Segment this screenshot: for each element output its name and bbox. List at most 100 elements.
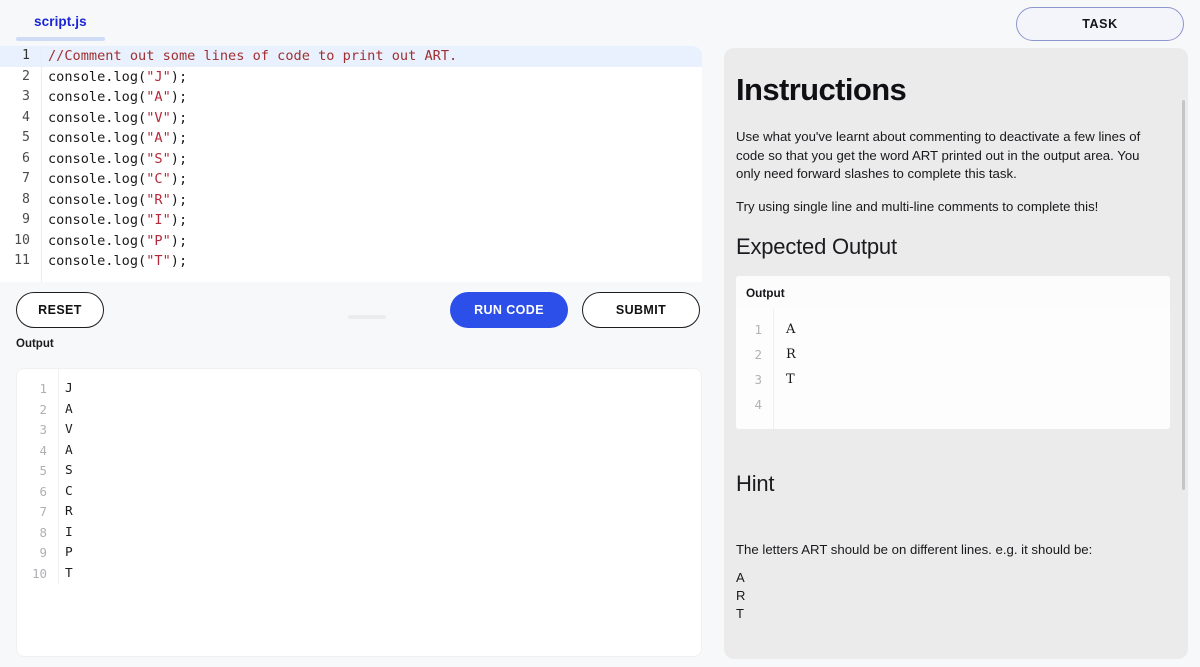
expected-line-number: 4: [754, 397, 762, 412]
code-line[interactable]: 1 //Comment out some lines of code to pri…: [0, 46, 702, 67]
instructions-title: Instructions: [736, 72, 907, 107]
output-line: 4A: [17, 441, 701, 462]
code-line-text: console.log("S");: [48, 150, 188, 167]
instructions-paragraph-1: Use what you've learnt about commenting …: [736, 129, 1141, 181]
expected-line-text: T: [786, 372, 795, 387]
hint-example-line: A: [736, 570, 745, 585]
output-line-text: J: [65, 381, 73, 396]
expected-output-line: 2R: [736, 342, 1170, 367]
hint-text: The letters ART should be on different l…: [736, 542, 1093, 557]
output-line: 9P: [17, 543, 701, 564]
controls-right-group: RUN CODE SUBMIT: [450, 292, 700, 328]
output-line: 3V: [17, 420, 701, 441]
code-line[interactable]: 10 console.log("P");: [0, 231, 702, 252]
code-line-number: 1: [22, 48, 30, 63]
code-line-number: 3: [22, 89, 30, 104]
expected-output-lines: 1A2R3T4: [736, 309, 1170, 429]
hint-example-lines: ART: [736, 569, 1166, 623]
code-line-text: console.log("T");: [48, 253, 188, 269]
code-line-number: 6: [22, 150, 30, 166]
output-line-text: T: [65, 565, 73, 581]
task-button[interactable]: TASK: [1016, 7, 1184, 41]
hint-example-line: T: [736, 606, 744, 621]
code-line-text: console.log("A");: [48, 130, 188, 146]
output-line-text: I: [65, 524, 73, 540]
hint-heading: Hint: [736, 471, 775, 496]
code-line-text: console.log("R");: [48, 191, 188, 208]
reset-button[interactable]: RESET: [16, 292, 104, 328]
tab-label: script.js: [34, 14, 87, 29]
expected-gutter-divider: [773, 309, 774, 429]
code-input-area[interactable]: 1 //Comment out some lines of code to pri…: [0, 46, 702, 282]
code-line-text: console.log("P");: [48, 232, 188, 249]
output-line-number: 2: [39, 401, 47, 417]
code-line[interactable]: 11 console.log("T");: [0, 251, 702, 272]
run-code-button-label: RUN CODE: [474, 303, 544, 317]
code-line-text: //Comment out some lines of code to prin…: [48, 48, 458, 64]
submit-button[interactable]: SUBMIT: [582, 292, 700, 328]
output-line-text: P: [65, 545, 73, 560]
reset-button-label: RESET: [38, 303, 82, 317]
output-line-number: 5: [39, 463, 47, 478]
instructions-panel: Instructions Use what you've learnt abou…: [724, 48, 1188, 659]
output-line-number: 8: [39, 524, 47, 540]
submit-button-label: SUBMIT: [615, 303, 667, 317]
code-line-text: console.log("J");: [48, 68, 188, 85]
output-line: 7R: [17, 502, 701, 523]
output-line: 5S: [17, 461, 701, 482]
expected-line-number: 2: [754, 347, 762, 362]
code-line[interactable]: 6 console.log("S");: [0, 149, 702, 170]
output-gutter-divider: [58, 369, 59, 584]
code-line-number: 11: [14, 253, 30, 268]
output-line-text: A: [65, 401, 73, 417]
output-line-text: V: [65, 422, 73, 437]
expected-line-number: 1: [754, 322, 762, 337]
task-button-row: TASK: [724, 0, 1188, 48]
panel-resize-handle[interactable]: [348, 315, 386, 319]
code-line[interactable]: 7 console.log("C");: [0, 169, 702, 190]
code-line-text: console.log("V");: [48, 109, 188, 126]
code-line-number: 7: [22, 171, 30, 186]
output-line-number: 6: [39, 483, 47, 499]
output-line-number: 3: [39, 422, 47, 437]
instructions-scrollbar[interactable]: [1182, 100, 1185, 490]
tab-script-js[interactable]: script.js: [16, 0, 105, 41]
code-line-text: console.log("C");: [48, 171, 188, 187]
hint-block: Hint The letters ART should be on differ…: [736, 471, 1166, 623]
code-line-number: 10: [14, 232, 30, 248]
editor-gutter-divider: [41, 46, 42, 282]
editor-controls-row: RESET RUN CODE SUBMIT: [0, 282, 716, 338]
output-line: 2A: [17, 400, 701, 421]
output-line: 10 T: [17, 564, 701, 585]
expected-line-text: R: [786, 347, 796, 362]
output-line: 8I: [17, 523, 701, 544]
output-line-text: A: [65, 442, 73, 458]
code-line[interactable]: 8 console.log("R");: [0, 190, 702, 211]
code-line[interactable]: 9 console.log("I");: [0, 210, 702, 231]
code-line[interactable]: 4 console.log("V");: [0, 108, 702, 129]
output-line-text: C: [65, 483, 73, 499]
output-line-text: R: [65, 504, 73, 519]
hint-example-line: R: [736, 588, 746, 603]
output-line-number: 1: [39, 381, 47, 396]
task-pane: TASK Instructions Use what you've learnt…: [716, 0, 1200, 667]
expected-output-box: Output 1A2R3T4: [736, 276, 1170, 429]
code-line-number: 4: [22, 109, 30, 125]
code-line[interactable]: 2 console.log("J");: [0, 67, 702, 88]
code-line-number: 5: [22, 130, 30, 145]
output-section-label: Output: [0, 338, 716, 360]
instructions-paragraph-2: Try using single line and multi-line com…: [736, 198, 1099, 214]
code-line-number: 8: [22, 191, 30, 207]
editor-card: 1 //Comment out some lines of code to pri…: [0, 46, 702, 282]
output-line-number: 10: [32, 565, 47, 581]
code-line[interactable]: 5 console.log("A");: [0, 128, 702, 149]
app-root: script.js 1 //Comment out some lines of c…: [0, 0, 1200, 667]
expected-output-line: 4: [736, 392, 1170, 417]
expected-output-line: 1A: [736, 317, 1170, 342]
expected-output-line: 3T: [736, 367, 1170, 392]
output-line-text: S: [65, 463, 73, 478]
expected-output-heading: Expected Output: [736, 234, 897, 259]
code-line-number: 9: [22, 212, 30, 227]
code-line[interactable]: 3 console.log("A");: [0, 87, 702, 108]
run-code-button[interactable]: RUN CODE: [450, 292, 568, 328]
